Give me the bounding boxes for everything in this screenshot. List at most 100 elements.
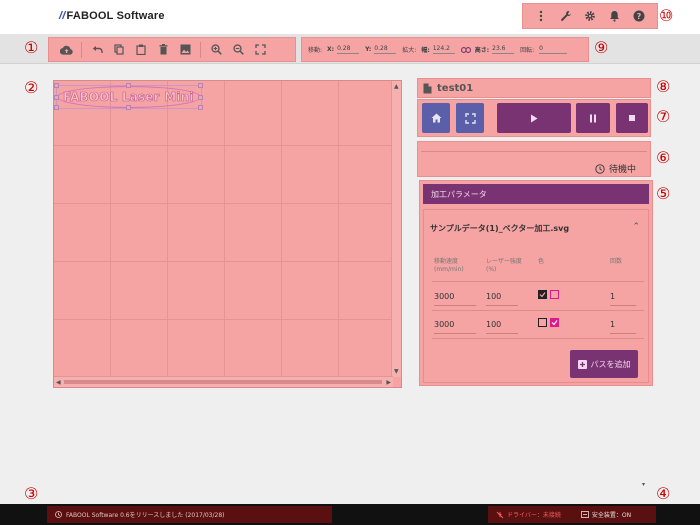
annotation-badge-8: ⑧	[656, 77, 671, 96]
height-label: 高さ:	[474, 47, 490, 54]
pause-icon	[589, 114, 597, 123]
news-text: FABOOL Software 0.6をリリースしました (2017/03/28…	[66, 512, 225, 519]
width-input[interactable]: 124.2	[432, 45, 455, 54]
power-input[interactable]: 100	[486, 320, 501, 329]
frame-icon	[464, 112, 476, 124]
params-file-title: サンプルデータ(1)_ベクター加工.svg	[430, 224, 570, 233]
machine-status: 待機中	[417, 141, 651, 177]
input-underline	[486, 333, 518, 334]
safety-icon	[580, 511, 589, 518]
resize-handle[interactable]	[54, 105, 59, 110]
color-black-checkbox[interactable]	[538, 318, 547, 327]
height-input[interactable]: 23.6	[492, 45, 515, 54]
gear-icon[interactable]	[583, 9, 597, 23]
resize-handle[interactable]	[126, 105, 131, 110]
zoom-in-icon[interactable]	[205, 40, 227, 60]
zoom-out-icon[interactable]	[227, 40, 249, 60]
home-button[interactable]	[422, 103, 450, 133]
fit-screen-icon[interactable]	[249, 40, 271, 60]
grid-line	[338, 81, 339, 377]
pause-button[interactable]	[576, 103, 610, 133]
scroll-down-icon[interactable]: ▼	[394, 368, 399, 375]
paste-icon[interactable]	[130, 40, 152, 60]
column-header-speed: 移動速度 (mm/min)	[434, 258, 464, 273]
passes-value[interactable]: 1	[610, 320, 615, 329]
annotation-badge-3: ③	[24, 484, 39, 503]
scrollbar-thumb[interactable]	[64, 380, 382, 384]
progress-track	[421, 151, 647, 152]
color-magenta-checkbox[interactable]	[550, 318, 559, 327]
grid-line	[54, 203, 394, 204]
add-path-button[interactable]: パスを追加	[570, 350, 638, 378]
toolbar-divider	[81, 41, 82, 58]
scroll-left-icon[interactable]: ◀	[56, 379, 61, 386]
collapse-icon[interactable]: ⌃	[632, 222, 640, 232]
params-card: サンプルデータ(1)_ベクター加工.svg ⌃ 移動速度 (mm/min) レー…	[423, 209, 649, 383]
bell-icon[interactable]	[607, 9, 621, 23]
toolbar-row: ① 移動: X: 0.28 Y: 0.28 拡大: 幅: 124.2 高さ: 2…	[0, 34, 700, 64]
rotate-input[interactable]: 0	[539, 45, 568, 54]
speed-input[interactable]: 3000	[434, 292, 454, 301]
info-icon	[55, 511, 62, 518]
scroll-right-icon[interactable]: ▶	[386, 379, 391, 386]
work-canvas[interactable]: FABOOL Laser Mini ▲ ▼ ◀ ▶	[53, 80, 402, 388]
start-button[interactable]	[497, 103, 571, 133]
machine-controls	[417, 99, 651, 137]
more-vert-icon[interactable]	[534, 9, 548, 23]
clock-icon	[595, 163, 605, 174]
wrench-icon[interactable]	[559, 9, 573, 23]
copy-icon[interactable]	[108, 40, 130, 60]
resize-handle[interactable]	[198, 83, 203, 88]
resize-handle[interactable]	[54, 83, 59, 88]
resize-handle[interactable]	[54, 95, 59, 100]
input-underline	[434, 305, 476, 306]
stop-button[interactable]	[616, 103, 648, 133]
x-input[interactable]: 0.28	[337, 45, 360, 54]
annotation-badge-10: ⑩	[659, 6, 674, 25]
grid-line	[224, 81, 225, 377]
home-icon	[431, 113, 442, 123]
grid-line	[54, 319, 394, 320]
header-icon-group: ?	[522, 3, 658, 29]
column-header-power: レーザー強度 (%)	[486, 258, 522, 273]
scale-label: 拡大:	[402, 47, 417, 54]
horizontal-scrollbar[interactable]: ◀ ▶	[54, 376, 393, 387]
passes-value[interactable]: 1	[610, 292, 615, 301]
cloud-upload-icon[interactable]	[55, 40, 77, 60]
design-text: FABOOL Laser Mini	[63, 90, 194, 105]
app-header: //FABOOL Software ? ⑩	[0, 0, 700, 34]
resize-handle[interactable]	[198, 95, 203, 100]
resize-handle[interactable]	[126, 83, 131, 88]
help-icon[interactable]: ?	[632, 9, 646, 23]
undo-icon[interactable]	[86, 40, 108, 60]
vertical-scrollbar[interactable]: ▲ ▼	[391, 81, 401, 377]
page-scrollbar[interactable]: ▾	[640, 384, 650, 490]
play-icon	[530, 114, 538, 123]
scroll-down-icon[interactable]: ▾	[642, 481, 645, 488]
color-magenta-checkbox[interactable]	[550, 290, 559, 299]
scroll-up-icon[interactable]: ▲	[394, 83, 399, 90]
image-icon[interactable]	[174, 40, 196, 60]
speed-input[interactable]: 3000	[434, 320, 454, 329]
y-label: Y:	[365, 46, 372, 53]
annotation-badge-5: ⑤	[656, 184, 671, 203]
row-divider	[432, 281, 644, 282]
safety-status: 安全装置：ON	[580, 510, 631, 519]
resize-handle[interactable]	[198, 105, 203, 110]
news-banner[interactable]: FABOOL Software 0.6をリリースしました (2017/03/28…	[47, 506, 332, 523]
annotation-badge-4: ④	[656, 484, 671, 503]
driver-status[interactable]: ドライバー：未接続	[496, 510, 561, 519]
input-underline	[610, 333, 636, 334]
color-black-checkbox[interactable]	[538, 290, 547, 299]
annotation-badge-2: ②	[24, 78, 39, 97]
design-object[interactable]: FABOOL Laser Mini	[54, 83, 203, 110]
delete-icon[interactable]	[152, 40, 174, 60]
usb-off-icon	[496, 511, 504, 519]
status-text: 待機中	[608, 165, 636, 175]
edit-toolbar	[48, 37, 296, 62]
link-icon[interactable]	[460, 46, 471, 53]
transform-properties: 移動: X: 0.28 Y: 0.28 拡大: 幅: 124.2 高さ: 23.…	[301, 37, 589, 62]
power-input[interactable]: 100	[486, 292, 501, 301]
y-input[interactable]: 0.28	[374, 45, 397, 54]
frame-button[interactable]	[456, 103, 484, 133]
